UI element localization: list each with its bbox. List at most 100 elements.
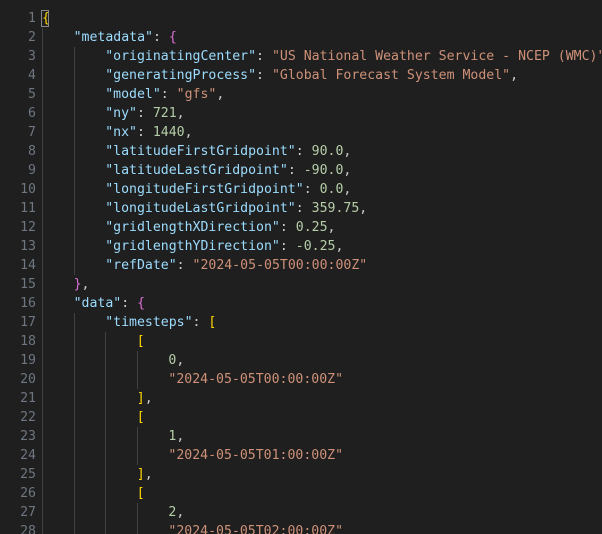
punctuation: , (144, 391, 153, 406)
punctuation: , (176, 353, 185, 368)
code-line[interactable]: 2, (168, 503, 184, 522)
json-key: "ny" (105, 106, 137, 121)
string-value: "gfs" (176, 87, 217, 102)
code-line[interactable]: "model": "gfs", (105, 85, 224, 104)
line-number: 5 (28, 87, 36, 102)
code-line[interactable]: ], (137, 465, 153, 484)
code-line[interactable]: "data": { (74, 294, 145, 313)
code-line[interactable]: "2024-05-05T02:00:00Z" (168, 522, 343, 534)
json-key: "refDate" (105, 258, 177, 273)
line-number: 10 (20, 182, 36, 197)
line-number: 8 (28, 144, 36, 159)
line-number: 22 (20, 410, 36, 425)
string-value: "2024-05-05T00:00:00Z" (168, 372, 344, 387)
json-key: "generatingProcess" (105, 68, 257, 83)
code-line[interactable]: 0, (168, 351, 184, 370)
punctuation: , (327, 220, 336, 235)
code-line[interactable]: "longitudeFirstGridpoint": 0.0, (105, 180, 351, 199)
number-value: 359.75 (311, 201, 360, 216)
code-area[interactable]: {"metadata": {"originatingCenter": "US N… (42, 0, 602, 534)
line-number: 24 (20, 448, 36, 463)
string-value: "2024-05-05T02:00:00Z" (168, 524, 344, 534)
json-key: "longitudeLastGridpoint" (105, 201, 296, 216)
code-line[interactable]: "originatingCenter": "US National Weathe… (105, 47, 602, 66)
line-number: 11 (20, 201, 36, 216)
punctuation: : (136, 125, 153, 140)
punctuation: , (176, 106, 185, 121)
line-number: 20 (20, 372, 36, 387)
punctuation: , (335, 239, 344, 254)
code-line[interactable]: "ny": 721, (105, 104, 184, 123)
bracket: [ (136, 410, 145, 425)
number-value: 90.0 (311, 144, 344, 159)
code-line[interactable]: "2024-05-05T01:00:00Z" (168, 446, 343, 465)
code-line[interactable]: "gridlengthYDirection": -0.25, (105, 237, 343, 256)
line-number: 26 (20, 486, 36, 501)
line-number: 3 (28, 49, 36, 64)
number-value: 0.25 (295, 220, 328, 235)
punctuation: : (295, 144, 312, 159)
punctuation: , (176, 505, 185, 520)
json-key: "originatingCenter" (105, 49, 257, 64)
number-value: -0.25 (295, 239, 336, 254)
punctuation: : (136, 106, 153, 121)
line-number: 7 (28, 125, 36, 140)
code-line[interactable]: "latitudeFirstGridpoint": 90.0, (105, 142, 351, 161)
json-key: "nx" (105, 125, 137, 140)
indent-guide (73, 313, 75, 534)
line-number: 13 (20, 239, 36, 254)
json-key: "latitudeFirstGridpoint" (105, 144, 296, 159)
punctuation: : (279, 239, 296, 254)
punctuation: : (160, 87, 177, 102)
json-key: "model" (105, 87, 161, 102)
code-line[interactable]: "latitudeLastGridpoint": -90.0, (105, 161, 351, 180)
json-key: "timesteps" (105, 315, 193, 330)
line-number: 16 (20, 296, 36, 311)
bracket: { (137, 296, 146, 311)
json-key: "longitudeFirstGridpoint" (105, 182, 304, 197)
code-editor[interactable]: 1 2 3 4 5 6 7 8 9 10 11 12 13 14 15 16 17 18 19 20 21 22 23 24 2… (0, 0, 602, 534)
code-line[interactable]: 1, (168, 427, 184, 446)
code-line[interactable]: [ (137, 408, 145, 427)
line-number: 1 (28, 11, 36, 26)
code-line[interactable]: }, (74, 275, 90, 294)
number-value: 1440 (152, 125, 185, 140)
punctuation: , (343, 163, 352, 178)
bracket: [ (136, 486, 145, 501)
punctuation: , (184, 125, 193, 140)
code-line[interactable]: "refDate": "2024-05-05T00:00:00Z" (105, 256, 367, 275)
code-line[interactable]: "2024-05-05T00:00:00Z" (168, 370, 343, 389)
punctuation: : (279, 220, 296, 235)
code-line[interactable]: [ (137, 332, 145, 351)
code-line[interactable]: "generatingProcess": "Global Forecast Sy… (105, 66, 518, 85)
code-line[interactable]: "metadata": { (74, 28, 177, 47)
code-line[interactable]: "timesteps": [ (105, 313, 216, 332)
json-key: "data" (73, 296, 122, 311)
line-number: 19 (20, 353, 36, 368)
json-key: "gridlengthYDirection" (105, 239, 280, 254)
code-line[interactable]: ], (137, 389, 153, 408)
json-key: "gridlengthXDirection" (105, 220, 280, 235)
punctuation: , (343, 144, 352, 159)
punctuation: , (510, 68, 519, 83)
line-number: 4 (28, 68, 36, 83)
code-line[interactable]: [ (137, 484, 145, 503)
bracket: ] (136, 391, 145, 406)
line-number: 18 (20, 334, 36, 349)
code-line[interactable]: "gridlengthXDirection": 0.25, (105, 218, 335, 237)
code-line[interactable]: "nx": 1440, (105, 123, 192, 142)
indent-guide (136, 503, 138, 534)
punctuation: : (256, 68, 272, 83)
line-number: 14 (20, 258, 36, 273)
punctuation: : (295, 201, 312, 216)
punctuation: , (343, 182, 352, 197)
line-number: 6 (28, 106, 36, 121)
number-value: 0.0 (319, 182, 344, 197)
line-number: 21 (20, 391, 36, 406)
line-number: 25 (20, 467, 36, 482)
punctuation: : (256, 49, 272, 64)
bracket: { (168, 30, 177, 45)
punctuation: , (216, 87, 225, 102)
code-line[interactable]: "longitudeLastGridpoint": 359.75, (105, 199, 367, 218)
string-value: "Global Forecast System Model" (271, 68, 511, 83)
